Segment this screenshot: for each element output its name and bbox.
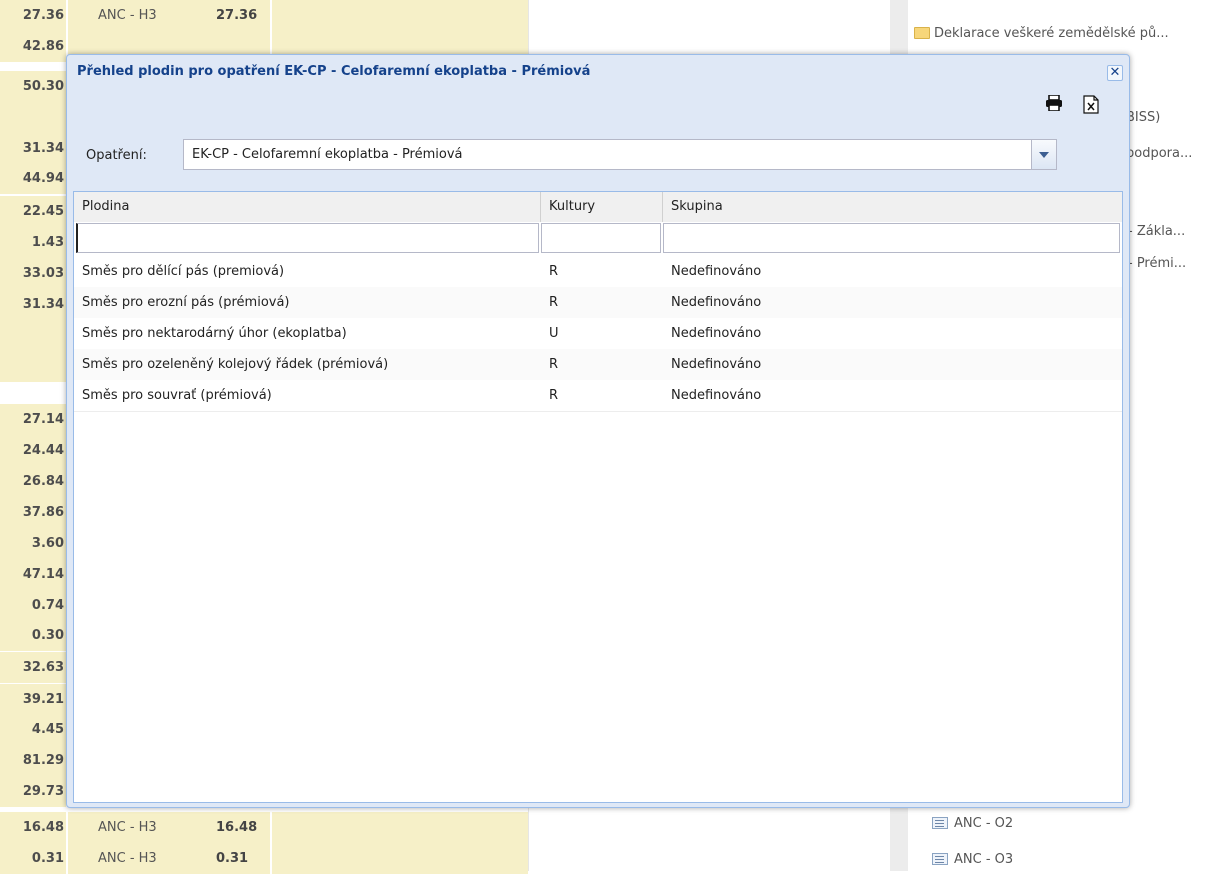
folder-icon: [914, 26, 930, 39]
row-value: 33.03: [0, 258, 66, 289]
cell-skupina: Nedefinováno: [671, 295, 762, 310]
tree-item-label: ANC - O3: [954, 852, 1014, 867]
row-value: 27.36: [0, 0, 66, 31]
row-value: 3.60: [0, 528, 66, 559]
row-value: 1.43: [0, 227, 66, 258]
crop-grid: Plodina Kultury Skupina Směs pro dělící …: [73, 191, 1123, 803]
row-value: [0, 320, 66, 351]
row-value: 22.45: [0, 196, 66, 227]
tree-item-label: - Prémi...: [1128, 256, 1187, 271]
list-icon: [932, 852, 948, 865]
tree-item-podpora[interactable]: podpora...: [1126, 140, 1192, 168]
cell-plodina: Směs pro ozeleněný kolejový řádek (prémi…: [82, 357, 389, 372]
row-value: [0, 102, 66, 133]
cell-plodina: Směs pro dělící pás (premiová): [82, 264, 285, 279]
grid-filter-row: [74, 222, 1122, 257]
row-rest: [272, 843, 528, 874]
cell-skupina: Nedefinováno: [671, 326, 762, 341]
row-middle: ANC - H3 27.36: [68, 0, 270, 31]
tree-item-biss[interactable]: BISS): [1126, 104, 1160, 132]
row-anc: ANC - H3: [98, 851, 157, 866]
print-icon[interactable]: [1045, 95, 1063, 111]
cell-skupina: Nedefinováno: [671, 357, 762, 372]
tree-item-label: BISS): [1126, 110, 1161, 125]
row-anc: ANC - H3: [98, 8, 157, 23]
row-value: 0.74: [0, 590, 66, 621]
row-value: 29.73: [0, 776, 66, 807]
filter-plodina-input[interactable]: [76, 223, 539, 253]
dialog-title: Přehled plodin pro opatření EK-CP - Celo…: [77, 64, 591, 79]
cell-kultury: R: [549, 388, 559, 403]
tree-item-label: Deklarace veškeré zemědělské pů...: [934, 26, 1169, 41]
cell-skupina: Nedefinováno: [671, 264, 762, 279]
cell-kultury: R: [549, 295, 559, 310]
row-value: 4.45: [0, 714, 66, 745]
row-value: [0, 351, 66, 382]
row-value: 44.94: [0, 163, 66, 194]
tree-item-anc-o3[interactable]: ANC - O3: [932, 846, 1013, 874]
row-value: 31.34: [0, 133, 66, 164]
cell-kultury: U: [549, 326, 559, 341]
export-excel-icon[interactable]: [1083, 95, 1099, 114]
measure-select[interactable]: EK-CP - Celofaremní ekoplatba - Prémiová: [183, 139, 1057, 170]
tree-item-label: - Zákla...: [1128, 224, 1186, 239]
cell-plodina: Směs pro souvrať (prémiová): [82, 388, 272, 403]
row-value: 37.86: [0, 497, 66, 528]
cell-kultury: R: [549, 264, 559, 279]
filter-skupina-input[interactable]: [663, 223, 1120, 253]
table-row[interactable]: Směs pro souvrať (prémiová) R Nedefinováno: [74, 380, 1122, 412]
row-rest: [272, 812, 528, 843]
close-button[interactable]: ✕: [1107, 65, 1123, 81]
measure-select-value: EK-CP - Celofaremní ekoplatba - Prémiová: [192, 147, 463, 162]
dialog-header[interactable]: Přehled plodin pro opatření EK-CP - Celo…: [67, 55, 1129, 91]
row-value: 42.86: [0, 31, 66, 62]
row-value: 26.84: [0, 466, 66, 497]
background-row: 27.36 ANC - H3 27.36: [0, 0, 530, 32]
row-value: 31.34: [0, 289, 66, 320]
cell-skupina: Nedefinováno: [671, 388, 762, 403]
tree-item-deklarace[interactable]: Deklarace veškeré zemědělské pů...: [914, 20, 1169, 48]
tree-item-label: podpora...: [1126, 146, 1193, 161]
row-value: 0.30: [0, 620, 66, 651]
chevron-down-icon[interactable]: [1031, 140, 1056, 169]
measure-label: Opatření:: [86, 148, 147, 163]
row-value: 50.30: [0, 71, 66, 102]
cell-plodina: Směs pro nektarodárný úhor (ekoplatba): [82, 326, 347, 341]
list-icon: [932, 816, 948, 829]
background-row: 0.31 ANC - H3 0.31: [0, 843, 530, 875]
table-row[interactable]: Směs pro dělící pás (premiová) R Nedefinov…: [74, 256, 1122, 288]
column-header-skupina[interactable]: Skupina: [663, 192, 1122, 222]
row-middle: ANC - H3 16.48: [68, 812, 270, 843]
column-header-kultury[interactable]: Kultury: [541, 192, 663, 222]
tree-item-premiova[interactable]: - Prémi...: [1128, 250, 1186, 278]
grid-header: Plodina Kultury Skupina: [74, 192, 1122, 223]
row-number: 0.31: [216, 851, 249, 866]
tree-item-anc-o2[interactable]: ANC - O2: [932, 810, 1013, 838]
row-value: 32.63: [0, 652, 66, 683]
crop-overview-dialog: Přehled plodin pro opatření EK-CP - Celo…: [66, 54, 1130, 808]
row-value: 39.21: [0, 684, 66, 715]
row-rest: [272, 0, 528, 31]
row-value: 27.14: [0, 404, 66, 435]
row-middle: ANC - H3 0.31: [68, 843, 270, 874]
table-row[interactable]: Směs pro erozní pás (prémiová) R Nedefinov…: [74, 287, 1122, 319]
table-row[interactable]: Směs pro ozeleněný kolejový řádek (prémi…: [74, 349, 1122, 381]
cell-kultury: R: [549, 357, 559, 372]
tree-item-label: ANC - O2: [954, 816, 1014, 831]
row-anc: ANC - H3: [98, 820, 157, 835]
row-value: 81.29: [0, 745, 66, 776]
row-number: 27.36: [216, 8, 258, 23]
row-number: 16.48: [216, 820, 258, 835]
column-header-plodina[interactable]: Plodina: [74, 192, 541, 222]
cell-plodina: Směs pro erozní pás (prémiová): [82, 295, 290, 310]
tree-item-zakladni[interactable]: - Zákla...: [1128, 218, 1185, 246]
background-row: 16.48 ANC - H3 16.48: [0, 812, 530, 844]
table-row[interactable]: Směs pro nektarodárný úhor (ekoplatba) U N…: [74, 318, 1122, 350]
row-value: 24.44: [0, 435, 66, 466]
row-value: 0.31: [0, 843, 66, 874]
row-value: 47.14: [0, 559, 66, 590]
row-value: 16.48: [0, 812, 66, 843]
filter-kultury-input[interactable]: [541, 223, 661, 253]
